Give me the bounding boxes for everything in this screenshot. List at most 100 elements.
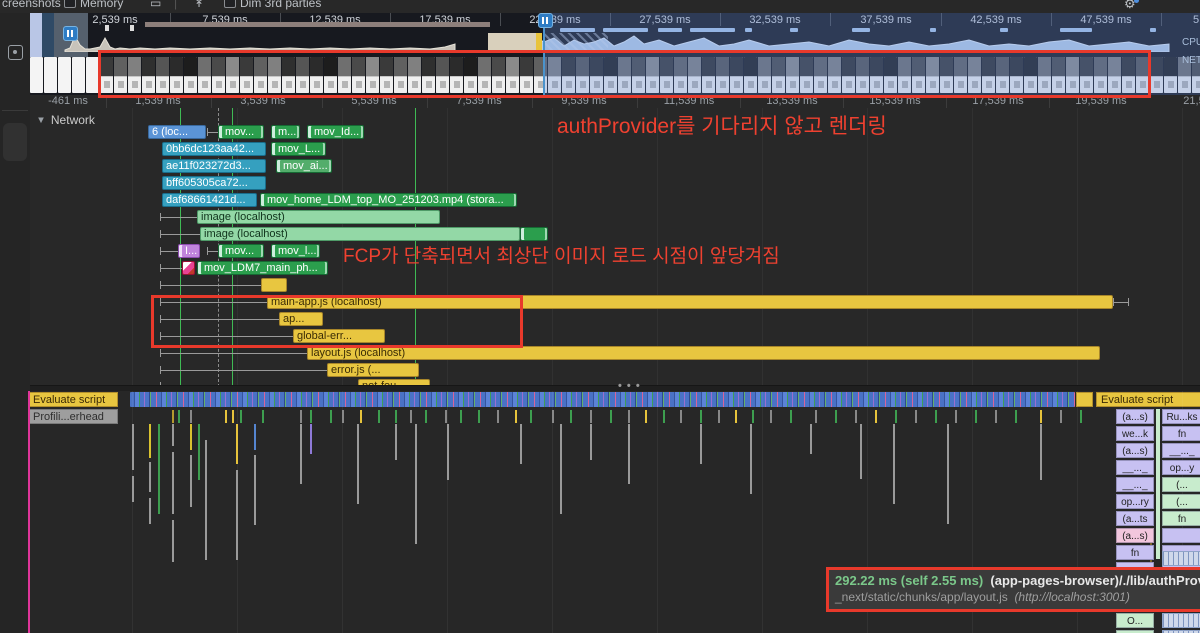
flame-frame[interactable]: __..._ [1116,460,1154,475]
profiling-tick [770,410,772,423]
filmstrip-frame[interactable] [1150,57,1163,93]
profiling-tick [178,410,180,423]
filmstrip-frame[interactable] [72,57,85,93]
tooltip-file: _next/static/chunks/app/layout.js [835,590,1008,604]
flame-frame[interactable] [1162,528,1200,543]
sidebar-button[interactable] [3,123,27,161]
profiling-tick [515,410,517,423]
filmstrip-frame[interactable] [58,57,71,93]
activity-tick [236,470,238,560]
profiling-tick [190,410,192,423]
frame-bottom [1192,76,1200,93]
filmstrip-frame[interactable] [30,57,43,93]
network-request-bar[interactable]: 0bb6dc123aa42... [162,142,266,156]
evaluate-script-frame[interactable]: Evaluate script [30,392,118,407]
profiling-tick [735,410,737,423]
memory-label[interactable]: Memory [80,0,123,10]
network-request-bar[interactable]: mov_Id... [307,125,364,139]
flame-grid-frame[interactable] [1162,613,1200,628]
network-request-bar[interactable] [261,278,287,292]
profiling-tick [835,410,837,423]
flame-frame[interactable]: (a...s) [1116,409,1154,424]
flame-frame[interactable]: we...k [1116,426,1154,441]
flame-frame[interactable]: fn [1116,545,1154,560]
profiling-tick [663,410,665,423]
flame-frame[interactable]: (a...s) [1116,528,1154,543]
time-axis-label: -461 ms [48,95,88,107]
activity-tick [149,462,151,492]
network-request-bar[interactable]: mov... [218,125,264,139]
annotation-text-authprovider: authProvider를 기다리지 않고 렌더링 [557,110,887,140]
activity-tick [172,424,174,446]
profiling-overhead-frame[interactable]: Profili...erhead [30,409,118,424]
dim-label[interactable]: Dim 3rd parties [240,0,321,10]
network-request-bar[interactable]: layout.js (localhost) [307,346,1100,360]
flame-frame[interactable]: O... [1116,613,1154,628]
flame-frame[interactable]: (... [1162,494,1200,509]
pause-badge-left[interactable] [63,26,78,41]
performance-toolbar: creenshots Memory ▭ | ↟ Dim 3rd parties … [0,0,1200,14]
network-request-bar[interactable]: m... [271,125,300,139]
network-request-bar[interactable]: image (localhost) [197,210,440,224]
profiling-tick [310,410,312,423]
network-request-bar[interactable]: image (localhost) [200,227,520,241]
frame-top [1150,57,1163,76]
flame-frame[interactable]: (a...ts [1116,511,1154,526]
network-request-bar[interactable]: bff605305ca72... [162,176,266,190]
pause-badge[interactable] [538,13,553,28]
memory-checkbox[interactable] [64,0,76,8]
settings-gear-icon[interactable]: ⚙ [1124,0,1136,12]
profiling-tick [855,410,857,423]
network-request-bar[interactable]: mov_L... [271,142,326,156]
upload-icon[interactable]: ↟ [194,0,204,10]
network-request-bar[interactable]: ae11f023272d3... [162,159,266,173]
filmstrip-frame[interactable] [44,57,57,93]
network-request-bar[interactable]: mov_LDM7_main_ph... [197,261,328,275]
network-request-bar[interactable] [182,261,195,275]
activity-tick [560,424,562,514]
flame-frame[interactable]: __..._ [1162,443,1200,458]
flame-frame[interactable]: __..._ [1116,477,1154,492]
ruler-icon[interactable]: ▭ [150,0,161,10]
flame-frame[interactable]: fn [1162,511,1200,526]
profiling-tick [645,410,647,423]
network-request-bar[interactable]: I... [178,244,200,258]
evaluate-script-tail[interactable] [1076,392,1093,407]
gridline [342,391,343,633]
profiling-tick [497,410,499,423]
network-request-bar[interactable]: 6 (loc... [148,125,206,139]
frame-bottom [1178,76,1191,93]
filmstrip-frame[interactable] [1164,57,1177,93]
dim-checkbox[interactable] [224,0,236,8]
activity-tick [415,424,417,544]
network-request-bar[interactable]: mov_l... [271,244,320,258]
request-queue-whisker [160,213,199,221]
network-track-title[interactable]: ▼Network [35,113,95,127]
flame-frame[interactable]: fn [1162,426,1200,441]
request-queue-whisker [160,349,309,357]
profiling-tick [680,410,682,423]
network-request-bar[interactable]: daf68661421d... [162,193,257,207]
flame-frame[interactable]: op...y [1162,460,1200,475]
flame-frame[interactable]: Ru...ks [1162,409,1200,424]
screenshot-capture-icon[interactable] [8,45,23,60]
network-request-bar[interactable]: mov... [218,244,264,258]
profiling-tick [262,410,264,423]
network-request-bar[interactable]: error.js (... [327,363,419,377]
flame-grid-frame[interactable] [1162,551,1200,566]
profiling-tick [610,410,612,423]
request-queue-whisker [160,281,263,289]
frame-bottom [1164,76,1177,93]
network-request-bar[interactable]: mov_ai... [276,159,332,173]
flame-frame[interactable]: (a...s) [1116,443,1154,458]
screenshots-checkbox-label[interactable]: creenshots [2,0,61,10]
network-request-tail[interactable] [520,227,548,241]
activity-tick [810,424,812,454]
network-request-bar[interactable]: mov_home_LDM_top_MO_251203.mp4 (stora... [260,193,517,207]
flame-frame[interactable]: (... [1162,477,1200,492]
activity-tick [158,424,160,514]
evaluate-script-frame-2[interactable]: Evaluate script [1096,392,1200,407]
profiling-tick [360,410,362,423]
evaluate-script-activity-bar[interactable] [130,392,1075,407]
flame-frame[interactable]: op...ry [1116,494,1154,509]
